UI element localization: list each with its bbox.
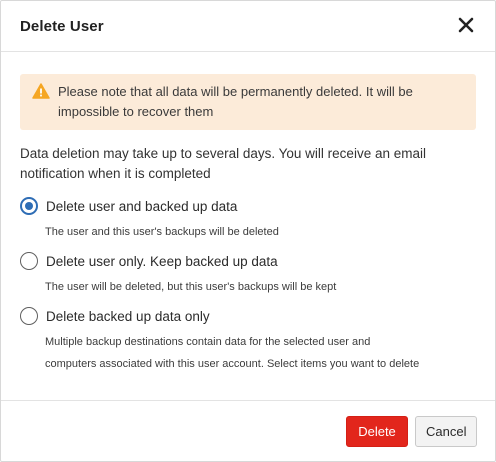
radio-delete-user-and-data[interactable] bbox=[20, 197, 38, 215]
warning-alert-line: impossible to recover them bbox=[58, 104, 214, 119]
option-delete-user-and-data: Delete user and backed up data The user … bbox=[20, 196, 476, 243]
option-note: The user and this user's backups will be… bbox=[45, 221, 476, 243]
close-icon bbox=[458, 17, 474, 36]
description-line: Data deletion may take up to several day… bbox=[20, 146, 426, 161]
warning-alert-text: Please note that all data will be perman… bbox=[58, 82, 413, 122]
option-note-line: The user will be deleted, but this user'… bbox=[45, 281, 337, 293]
cancel-button[interactable]: Cancel bbox=[415, 415, 477, 447]
option-row[interactable]: Delete user only. Keep backed up data bbox=[20, 251, 476, 271]
option-note: Multiple backup destinations contain dat… bbox=[45, 331, 476, 375]
deletion-description: Data deletion may take up to several day… bbox=[20, 144, 476, 184]
description-line: notification when it is completed bbox=[20, 166, 211, 181]
option-row[interactable]: Delete backed up data only bbox=[20, 306, 476, 326]
option-label: Delete backed up data only bbox=[46, 308, 210, 324]
option-note-line: computers associated with this user acco… bbox=[45, 358, 420, 370]
option-label: Delete user only. Keep backed up data bbox=[46, 253, 278, 269]
warning-alert-line: Please note that all data will be perman… bbox=[58, 84, 413, 99]
option-row[interactable]: Delete user and backed up data bbox=[20, 196, 476, 216]
delete-button[interactable]: Delete bbox=[346, 415, 408, 447]
option-label: Delete user and backed up data bbox=[46, 198, 238, 214]
radio-delete-user-only[interactable] bbox=[20, 252, 38, 270]
option-delete-data-only: Delete backed up data only Multiple back… bbox=[20, 306, 476, 375]
dialog-footer: Delete Cancel bbox=[1, 400, 495, 461]
option-note-line: Multiple backup destinations contain dat… bbox=[45, 336, 371, 348]
option-note-line: The user and this user's backups will be… bbox=[45, 226, 279, 238]
dialog-header: Delete User bbox=[1, 1, 495, 52]
radio-delete-data-only[interactable] bbox=[20, 307, 38, 325]
option-delete-user-only: Delete user only. Keep backed up data Th… bbox=[20, 251, 476, 298]
delete-options-group: Delete user and backed up data The user … bbox=[20, 196, 476, 375]
delete-user-dialog: Delete User Please note that all data wi… bbox=[0, 0, 496, 462]
radio-selected-dot bbox=[25, 202, 33, 210]
close-button[interactable] bbox=[455, 15, 477, 37]
option-note: The user will be deleted, but this user'… bbox=[45, 276, 476, 298]
dialog-body: Please note that all data will be perman… bbox=[1, 52, 495, 375]
warning-triangle-icon bbox=[32, 83, 50, 99]
warning-alert: Please note that all data will be perman… bbox=[20, 74, 476, 130]
dialog-title: Delete User bbox=[20, 17, 104, 35]
